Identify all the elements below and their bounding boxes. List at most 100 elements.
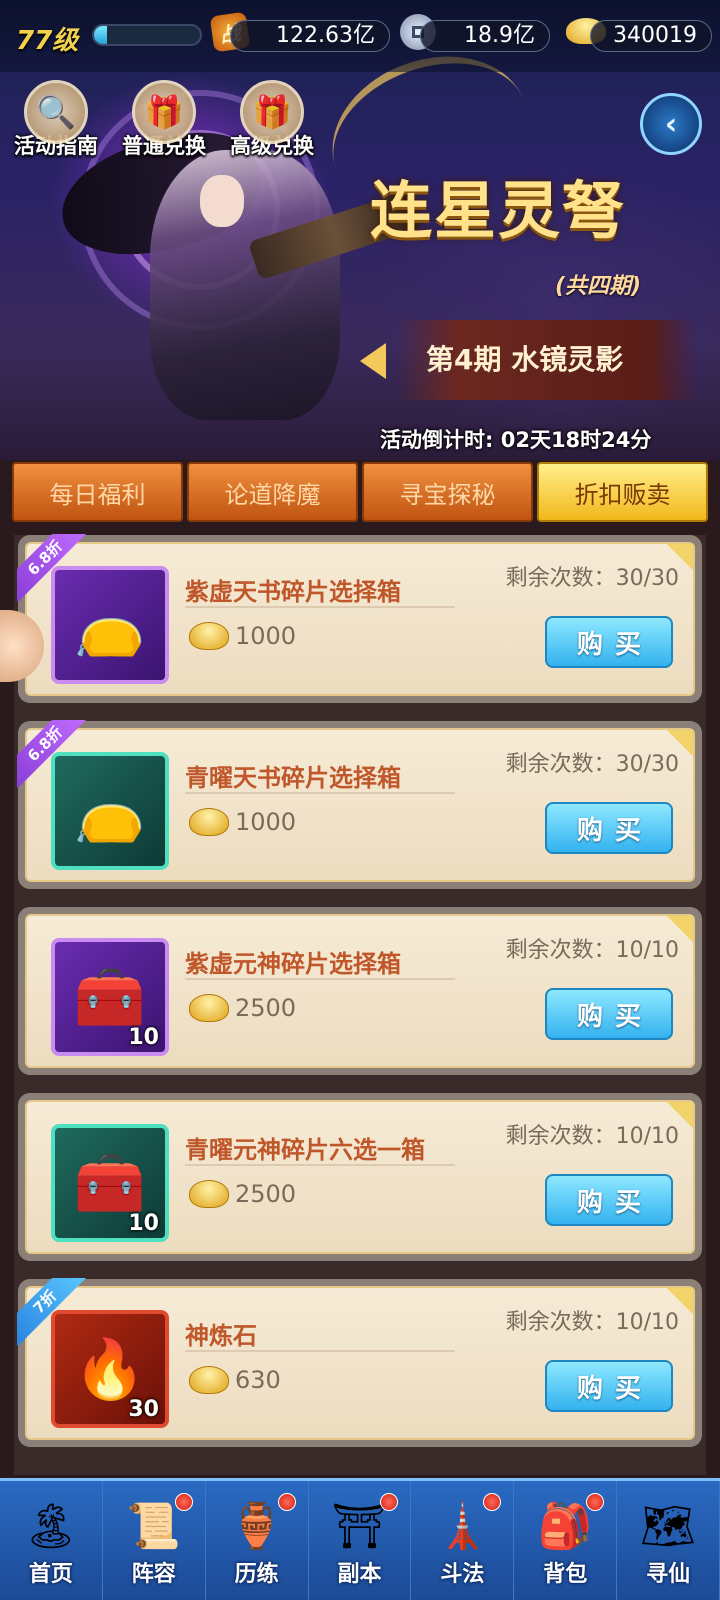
item-price: 1000 (189, 622, 296, 650)
item-price-value: 1000 (235, 808, 297, 836)
item-price: 630 (189, 1366, 281, 1394)
activity-guide-button[interactable]: 🔍 活动指南 (4, 80, 108, 160)
buy-button[interactable]: 购买 (545, 1174, 673, 1226)
event-tabs: 每日福利 论道降魔 寻宝探秘 折扣贩卖 (12, 462, 708, 522)
treasure-chest-icon: 🧰 (73, 962, 147, 1031)
shop-item-card: 6.8折 👝 紫虚天书碎片选择箱 1000 剩余次数：30/30 购买 (17, 534, 702, 703)
event-countdown: 活动倒计时: 02天18时24分 (380, 424, 651, 454)
nav-label: 阵容 (131, 1562, 176, 1587)
shop-item-panel: 🧰 10 青曜元神碎片六选一箱 2500 剩余次数：10/10 购买 (25, 1100, 695, 1254)
exp-bar-fill (94, 26, 107, 44)
remaining-count: 剩余次数：30/30 (505, 566, 679, 591)
top-status-bar: 77级 战 122.63亿 18.9亿 340019 (0, 0, 720, 72)
nav-home[interactable]: 🏝 首页 (0, 1481, 103, 1600)
nav-lineup[interactable]: 📜 阵容 (103, 1481, 206, 1600)
buy-button[interactable]: 购买 (545, 616, 673, 668)
shop-item-panel: 6.8折 👝 紫虚天书碎片选择箱 1000 剩余次数：30/30 购买 (17, 534, 695, 696)
item-price-value: 630 (235, 1366, 281, 1394)
shop-item-card: 🧰 10 紫虚元神碎片选择箱 2500 剩余次数：10/10 购买 (18, 907, 702, 1075)
character-figure (150, 150, 340, 420)
item-price: 2500 (189, 1180, 296, 1208)
gold-ingot-value: 340019 (590, 20, 712, 52)
item-icon-frame[interactable]: 👝 (51, 566, 169, 684)
item-price: 1000 (189, 808, 296, 836)
bundle-bag-icon: 👝 (73, 590, 147, 659)
nav-training[interactable]: 🏺 历练 (206, 1481, 309, 1600)
discount-item-list: 6.8折 👝 紫虚天书碎片选择箱 1000 剩余次数：30/30 购买 6.8折 👝 青曜天书碎… (14, 534, 706, 1475)
battle-power-value: 122.63亿 (230, 20, 390, 52)
remaining-count: 剩余次数：10/10 (505, 1310, 679, 1335)
shop-item-panel: 6.8折 👝 青曜天书碎片选择箱 1000 剩余次数：30/30 购买 (17, 720, 695, 882)
nav-label: 背包 (543, 1562, 588, 1587)
tab-daily-welfare[interactable]: 每日福利 (12, 462, 183, 522)
gift-icon: 🎁 (240, 80, 304, 144)
back-button[interactable]: ‹ (640, 93, 702, 155)
event-period: 第4期 水镜灵影 (396, 320, 696, 400)
gold-ingot-icon (189, 1180, 229, 1208)
item-count: 10 (128, 1211, 159, 1236)
nav-label: 斗法 (440, 1562, 485, 1587)
shop-item-panel: 🧰 10 紫虚元神碎片选择箱 2500 剩余次数：10/10 购买 (25, 914, 695, 1068)
item-count: 30 (128, 1397, 159, 1422)
item-name-divider (185, 792, 455, 794)
nav-battle[interactable]: 🗼 斗法 (411, 1481, 515, 1600)
gold-ingot-icon (189, 808, 229, 836)
normal-exchange-button[interactable]: 🎁 普通兑换 (112, 80, 216, 160)
item-icon-frame[interactable]: 🧰 10 (51, 938, 169, 1056)
remaining-count: 剩余次数：30/30 (505, 752, 679, 777)
tab-treasure-hunt[interactable]: 寻宝探秘 (362, 462, 533, 522)
bundle-bag-icon: 👝 (73, 776, 147, 845)
advanced-exchange-button[interactable]: 🎁 高级兑换 (220, 80, 324, 160)
nav-label: 历练 (234, 1562, 279, 1587)
item-icon-frame[interactable]: 👝 (51, 752, 169, 870)
item-name: 青曜天书碎片选择箱 (185, 764, 401, 792)
shop-item-card: 7折 🔥 30 神炼石 630 剩余次数：10/10 购买 (17, 1278, 702, 1447)
gold-ingot-icon (189, 1366, 229, 1394)
item-price: 2500 (189, 994, 296, 1022)
player-level: 77级 (16, 26, 79, 56)
buy-button[interactable]: 购买 (545, 988, 673, 1040)
treasure-chest-icon: 🧰 (73, 1148, 147, 1217)
event-title: 连星灵弩 (370, 174, 627, 247)
item-name: 神炼石 (185, 1322, 257, 1350)
countdown-label: 活动倒计时: (380, 428, 494, 452)
item-price-value: 2500 (235, 1180, 297, 1208)
remaining-count: 剩余次数：10/10 (505, 1124, 679, 1149)
item-count: 10 (128, 1025, 159, 1050)
shop-item-card: 🧰 10 青曜元神碎片六选一箱 2500 剩余次数：10/10 购买 (18, 1093, 702, 1261)
character-face (200, 175, 244, 227)
tab-dao-demon[interactable]: 论道降魔 (187, 462, 358, 522)
buy-button[interactable]: 购买 (545, 802, 673, 854)
gold-ingot-icon (189, 994, 229, 1022)
nav-seek-immortal[interactable]: 🗺 寻仙 (617, 1481, 720, 1600)
shop-item-panel: 7折 🔥 30 神炼石 630 剩余次数：10/10 购买 (17, 1278, 695, 1440)
item-name-divider (185, 1350, 455, 1352)
nav-bag[interactable]: 🎒 背包 (514, 1481, 618, 1600)
item-icon-frame[interactable]: 🔥 30 (51, 1310, 169, 1428)
nav-label: 寻仙 (646, 1562, 691, 1587)
item-name-divider (185, 978, 455, 980)
shop-item-card: 6.8折 👝 青曜天书碎片选择箱 1000 剩余次数：30/30 购买 (17, 720, 702, 889)
fire-stone-icon: 🔥 (73, 1334, 147, 1403)
item-name: 紫虚元神碎片选择箱 (185, 950, 401, 978)
item-name-divider (185, 1164, 455, 1166)
item-icon-frame[interactable]: 🧰 10 (51, 1124, 169, 1242)
item-name: 紫虚天书碎片选择箱 (185, 578, 401, 606)
period-prev-arrow-icon[interactable] (360, 343, 386, 379)
buy-button[interactable]: 购买 (545, 1360, 673, 1412)
nav-dungeon[interactable]: ⛩ 副本 (309, 1481, 412, 1600)
nav-label: 副本 (337, 1562, 382, 1587)
gift-box-icon: 🎁 (132, 80, 196, 144)
gold-ingot-icon (189, 622, 229, 650)
countdown-value: 02天18时24分 (500, 428, 652, 452)
item-name: 青曜元神碎片六选一箱 (185, 1136, 425, 1164)
exp-bar (92, 24, 202, 46)
item-name-divider (185, 606, 455, 608)
back-arrow-icon: ‹ (664, 106, 678, 142)
nav-label: 首页 (28, 1562, 73, 1587)
copper-coin-value: 18.9亿 (420, 20, 550, 52)
tab-discount-sale[interactable]: 折扣贩卖 (537, 462, 708, 522)
remaining-count: 剩余次数：10/10 (505, 938, 679, 963)
home-island-icon: 🏝 (22, 1501, 79, 1552)
search-icon: 🔍 (24, 80, 88, 144)
